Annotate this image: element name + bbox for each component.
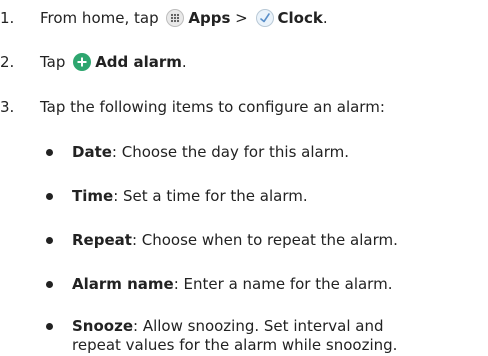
bullet-icon bbox=[46, 149, 53, 156]
option-desc: : Choose the day for this alarm. bbox=[111, 143, 349, 161]
option-text: Repeat: Choose when to repeat the alarm. bbox=[72, 230, 398, 250]
step-2-prefix: Tap bbox=[40, 53, 66, 71]
step-number: 1. bbox=[0, 9, 15, 27]
option-desc: : Choose when to repeat the alarm. bbox=[131, 231, 398, 249]
option-term: Alarm name bbox=[72, 275, 174, 293]
step-text: Tap Add alarm. bbox=[40, 52, 187, 72]
option-text: Snooze: Allow snoozing. Set interval and bbox=[72, 316, 384, 336]
step-number: 3. bbox=[0, 98, 15, 116]
option-text: Time: Set a time for the alarm. bbox=[72, 186, 308, 206]
clock-icon bbox=[255, 9, 274, 27]
clock-label: Clock bbox=[277, 9, 323, 27]
option-term: Date bbox=[72, 143, 112, 161]
bullet-icon bbox=[46, 323, 53, 330]
apps-label: Apps bbox=[188, 9, 231, 27]
option-desc: : Allow snoozing. Set interval and bbox=[133, 317, 384, 335]
option-desc: : Set a time for the alarm. bbox=[113, 187, 308, 205]
option-term: Snooze bbox=[72, 317, 133, 335]
apps-grid-icon bbox=[166, 9, 185, 27]
bullet-icon bbox=[46, 237, 53, 244]
breadcrumb-separator: > bbox=[235, 9, 248, 27]
option-desc-continued: repeat values for the alarm while snoozi… bbox=[72, 336, 398, 354]
step-2-suffix: . bbox=[181, 53, 187, 71]
option-term: Repeat bbox=[72, 231, 132, 249]
step-number: 2. bbox=[0, 53, 15, 71]
step-1-suffix: . bbox=[322, 9, 328, 27]
bullet-icon bbox=[46, 281, 53, 288]
option-text: Alarm name: Enter a name for the alarm. bbox=[72, 274, 392, 294]
step-text: Tap the following items to configure an … bbox=[40, 98, 385, 116]
add-alarm-label: Add alarm bbox=[95, 53, 182, 71]
option-desc: : Enter a name for the alarm. bbox=[173, 275, 393, 293]
step-1-prefix: From home, tap bbox=[40, 9, 159, 27]
option-text: Date: Choose the day for this alarm. bbox=[72, 142, 349, 162]
option-term: Time bbox=[72, 187, 114, 205]
step-text: From home, tap Apps > Clock. bbox=[40, 8, 328, 28]
add-icon bbox=[73, 53, 92, 71]
bullet-icon bbox=[46, 193, 53, 200]
